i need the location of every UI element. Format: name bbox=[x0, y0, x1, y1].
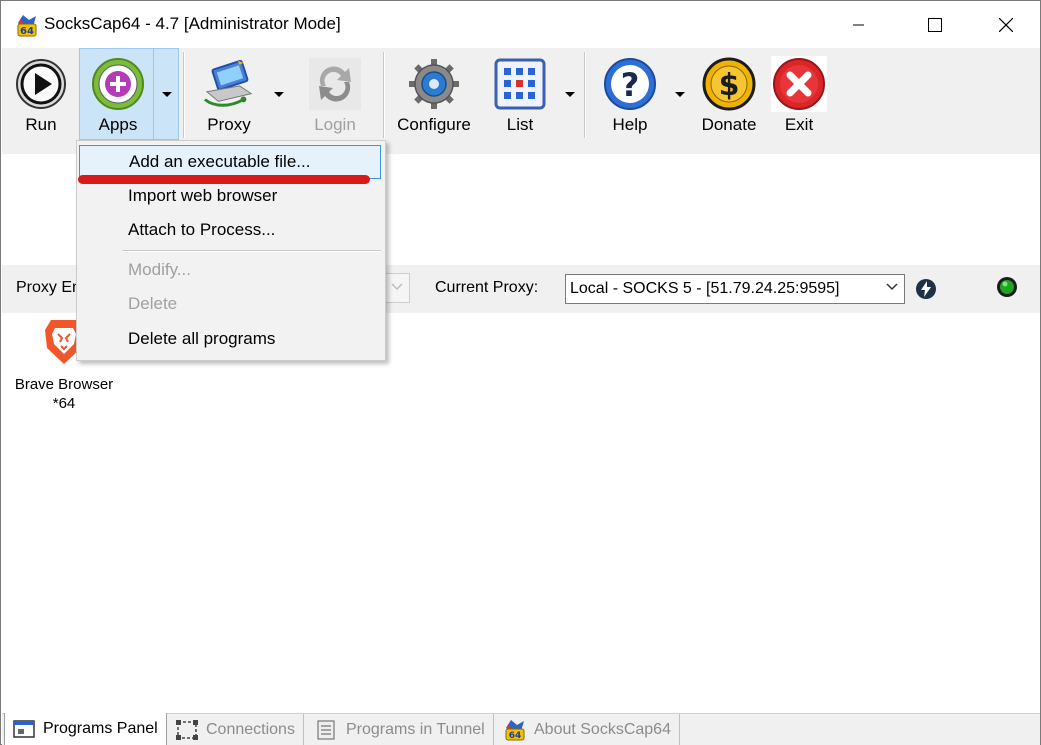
grid-list-icon bbox=[494, 58, 546, 110]
exit-x-icon bbox=[771, 56, 827, 112]
menu-item-modify: Modify... bbox=[128, 260, 191, 279]
configure-button[interactable]: Configure bbox=[393, 48, 475, 140]
menu-item-delete-all-programs[interactable]: Delete all programs bbox=[78, 322, 384, 356]
add-app-icon bbox=[92, 58, 144, 110]
toolbar-separator bbox=[183, 52, 185, 138]
tab-about-sockscap64[interactable]: 64 About SocksCap64 bbox=[496, 714, 680, 745]
sockscap64-logo-icon: 64 bbox=[17, 15, 37, 37]
close-button[interactable] bbox=[971, 1, 1041, 48]
lightning-bolt-icon[interactable] bbox=[915, 278, 937, 300]
menu-item-attach-to-process[interactable]: Attach to Process... bbox=[78, 213, 384, 247]
window-title: SocksCap64 - 4.7 [Administrator Mode] bbox=[44, 14, 341, 33]
tab-connections[interactable]: Connections bbox=[168, 714, 304, 745]
menu-item-import-web-browser[interactable]: Import web browser bbox=[78, 179, 384, 213]
minimize-icon bbox=[853, 24, 864, 25]
help-button[interactable]: ? Help bbox=[598, 48, 662, 140]
run-button[interactable]: Run bbox=[10, 48, 72, 140]
list-dropdown-arrow-icon[interactable] bbox=[565, 92, 575, 97]
proxy-computer-icon bbox=[203, 59, 253, 107]
tab-programs-in-tunnel[interactable]: Programs in Tunnel bbox=[308, 714, 494, 745]
program-name: Brave Browser bbox=[14, 376, 114, 393]
panel-window-icon bbox=[13, 720, 35, 738]
proxy-engine-label: Proxy En bbox=[16, 279, 81, 296]
list-button[interactable]: List bbox=[490, 48, 550, 140]
apps-dropdown-arrow-icon[interactable] bbox=[162, 92, 172, 97]
toolbar-separator bbox=[383, 52, 385, 138]
list-label: List bbox=[506, 115, 534, 134]
status-led-icon bbox=[997, 277, 1017, 297]
donate-button[interactable]: $ Donate bbox=[696, 48, 762, 140]
menu-separator bbox=[122, 250, 381, 252]
menu-item-add-executable[interactable]: Add an executable file... bbox=[79, 145, 381, 179]
annotation-underline bbox=[78, 175, 370, 184]
tab-bar: Programs Panel Connections Programs in T… bbox=[2, 713, 1040, 745]
svg-text:64: 64 bbox=[509, 731, 522, 741]
tunnel-list-icon bbox=[317, 719, 335, 740]
proxy-engine-select[interactable] bbox=[382, 273, 410, 303]
sockscap64-logo-icon: 64 bbox=[505, 719, 525, 741]
toolbar-separator bbox=[584, 52, 586, 138]
tab-label: Programs in Tunnel bbox=[346, 720, 485, 738]
tab-label: Programs Panel bbox=[43, 720, 158, 737]
help-label: Help bbox=[612, 115, 648, 134]
refresh-icon bbox=[309, 58, 361, 110]
apps-button[interactable]: Apps bbox=[84, 48, 152, 140]
tab-label: Connections bbox=[206, 720, 295, 738]
tab-programs-panel[interactable]: Programs Panel bbox=[4, 713, 167, 745]
current-proxy-select[interactable]: Local - SOCKS 5 - [51.79.24.25:9595] bbox=[565, 274, 905, 304]
configure-label: Configure bbox=[397, 115, 471, 134]
dollar-coin-icon: $ bbox=[702, 57, 756, 111]
chevron-down-icon bbox=[886, 283, 898, 291]
apps-label: Apps bbox=[98, 115, 138, 134]
proxy-dropdown-arrow-icon[interactable] bbox=[274, 92, 284, 97]
help-dropdown-arrow-icon[interactable] bbox=[675, 92, 685, 97]
svg-text:64: 64 bbox=[20, 26, 34, 37]
current-proxy-label: Current Proxy: bbox=[435, 279, 539, 296]
tab-label: About SocksCap64 bbox=[534, 720, 671, 738]
minimize-button[interactable] bbox=[824, 1, 894, 48]
donate-label: Donate bbox=[701, 115, 757, 134]
connections-icon bbox=[176, 719, 198, 740]
svg-text:?: ? bbox=[621, 66, 640, 104]
program-arch: *64 bbox=[52, 395, 76, 412]
proxy-label: Proxy bbox=[207, 115, 251, 134]
apps-split-divider bbox=[153, 48, 154, 140]
play-icon bbox=[16, 59, 66, 109]
current-proxy-value: Local - SOCKS 5 - [51.79.24.25:9595] bbox=[570, 280, 840, 297]
apps-dropdown-menu: Add an executable file... Import web bro… bbox=[76, 140, 386, 361]
maximize-icon bbox=[928, 17, 942, 32]
title-bar[interactable]: 64 SocksCap64 - 4.7 [Administrator Mode] bbox=[1, 1, 1040, 48]
proxy-button[interactable]: Proxy bbox=[196, 48, 262, 140]
main-window: 64 SocksCap64 - 4.7 [Administrator Mode] bbox=[0, 0, 1041, 745]
help-question-icon: ? bbox=[604, 58, 656, 110]
svg-text:$: $ bbox=[719, 68, 740, 103]
exit-button[interactable]: Exit bbox=[769, 48, 829, 140]
toolbar: Run Apps Proxy Login Configure List ? He… bbox=[2, 48, 1040, 154]
login-button: Login bbox=[304, 48, 366, 140]
exit-label: Exit bbox=[784, 115, 814, 134]
run-label: Run bbox=[25, 115, 57, 134]
login-label: Login bbox=[314, 115, 356, 134]
maximize-button[interactable] bbox=[900, 1, 970, 48]
gear-icon bbox=[409, 59, 459, 109]
close-icon bbox=[999, 17, 1013, 32]
chevron-down-icon bbox=[391, 283, 403, 291]
menu-item-delete: Delete bbox=[128, 294, 178, 313]
